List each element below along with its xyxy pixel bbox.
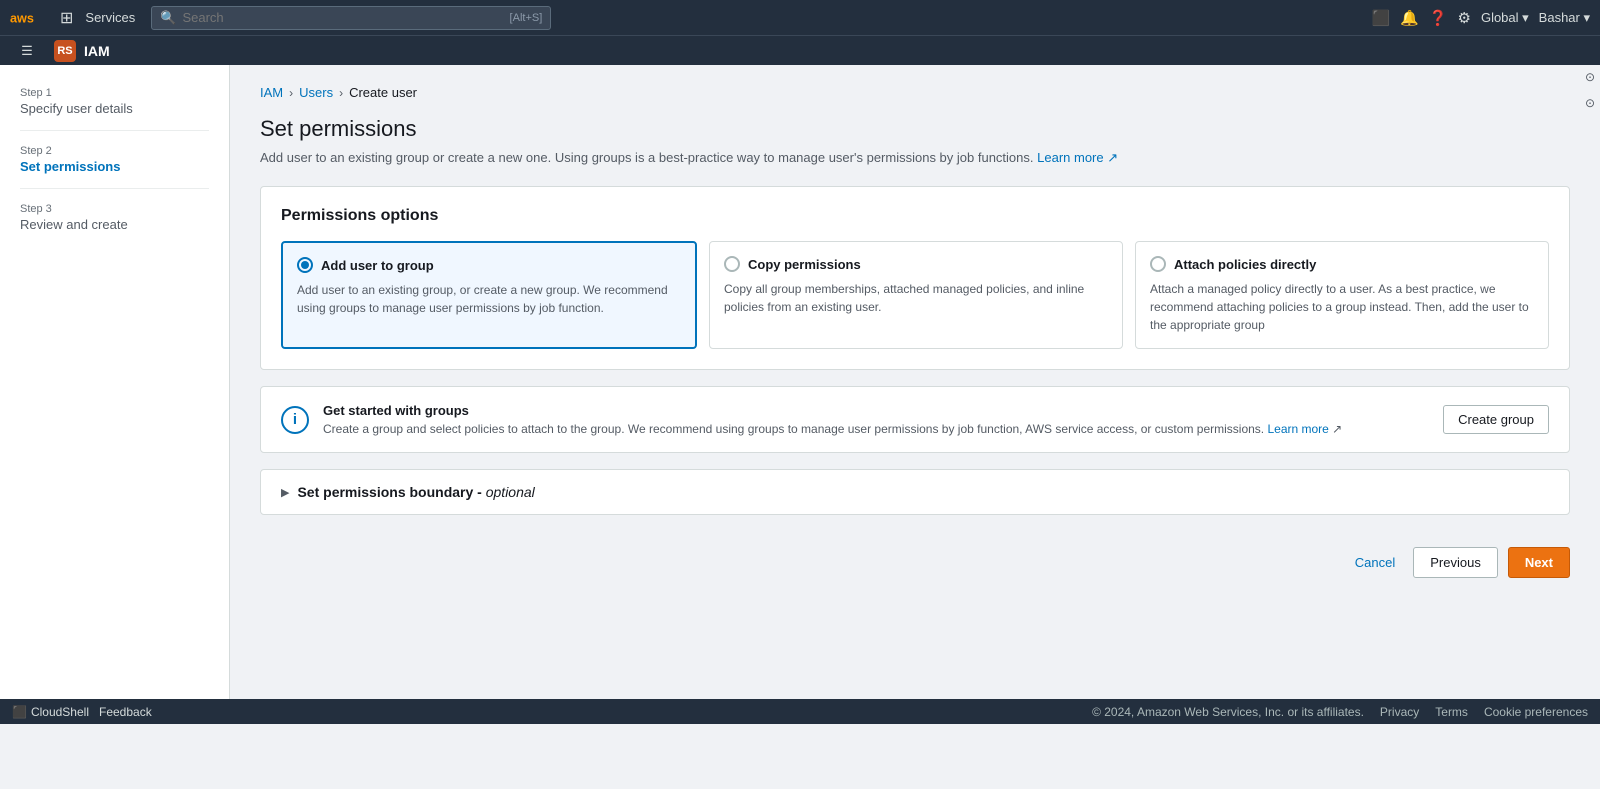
breadcrumb-sep-1: ›: [289, 86, 293, 100]
cancel-button[interactable]: Cancel: [1347, 551, 1403, 574]
radio-copy-permissions: [724, 256, 740, 272]
breadcrumb-iam[interactable]: IAM: [260, 85, 283, 100]
sidebar-step2: Step 2 Set permissions: [0, 139, 229, 180]
settings-icon[interactable]: ⚙: [1458, 9, 1471, 27]
get-started-title: Get started with groups: [323, 403, 1429, 418]
region-selector[interactable]: Global ▾: [1481, 10, 1529, 26]
create-group-button[interactable]: Create group: [1443, 405, 1549, 434]
breadcrumb: IAM › Users › Create user: [260, 85, 1570, 100]
terms-link[interactable]: Terms: [1435, 705, 1468, 719]
services-link[interactable]: Services: [85, 10, 135, 25]
get-started-desc: Create a group and select policies to at…: [323, 422, 1429, 436]
permissions-options-title: Permissions options: [281, 207, 1549, 225]
option-copy-title: Copy permissions: [748, 257, 861, 272]
search-icon: 🔍: [160, 10, 176, 26]
service-icon: RS: [54, 40, 76, 62]
terminal-icon[interactable]: ⬛: [1371, 9, 1390, 27]
bell-icon[interactable]: 🔔: [1400, 9, 1419, 27]
permissions-options-box: Permissions options Add user to group Ad…: [260, 186, 1570, 370]
privacy-link[interactable]: Privacy: [1380, 705, 1419, 719]
breadcrumb-users[interactable]: Users: [299, 85, 333, 100]
sidebar-step3: Step 3 Review and create: [0, 197, 229, 238]
option-attach-title: Attach policies directly: [1174, 257, 1316, 272]
step-divider-1: [20, 130, 209, 131]
next-button[interactable]: Next: [1508, 547, 1570, 578]
help-icon[interactable]: ❓: [1429, 9, 1448, 27]
user-menu[interactable]: Bashar ▾: [1539, 10, 1590, 26]
step1-label: Step 1: [20, 87, 209, 99]
previous-button[interactable]: Previous: [1413, 547, 1498, 578]
page-title: Set permissions: [260, 116, 1570, 142]
permissions-boundary-header[interactable]: ▶ Set permissions boundary - optional: [261, 470, 1569, 514]
edge-icon-top[interactable]: ⊙: [1580, 65, 1600, 89]
radio-attach-policies: [1150, 256, 1166, 272]
step1-title[interactable]: Specify user details: [20, 101, 209, 116]
service-bar: ☰ RS IAM: [0, 35, 1600, 65]
option-add-to-group-desc: Add user to an existing group, or create…: [297, 281, 681, 317]
grid-icon[interactable]: ⊞: [56, 6, 77, 30]
sidebar-toggle[interactable]: ☰: [12, 33, 42, 69]
step3-title[interactable]: Review and create: [20, 217, 209, 232]
option-copy-permissions[interactable]: Copy permissions Copy all group membersh…: [709, 241, 1123, 349]
main-content: IAM › Users › Create user Set permission…: [230, 65, 1600, 699]
search-shortcut: [Alt+S]: [510, 12, 543, 24]
sidebar-step1: Step 1 Specify user details: [0, 81, 229, 122]
terminal-icon-small: ⬛: [12, 705, 27, 719]
search-bar[interactable]: 🔍 [Alt+S]: [151, 6, 551, 30]
feedback-button[interactable]: Feedback: [99, 705, 152, 719]
right-edge-panel: ⊙ ⊙: [1580, 65, 1600, 115]
svg-text:aws: aws: [10, 11, 34, 25]
step2-label: Step 2: [20, 145, 209, 157]
sidebar: Step 1 Specify user details Step 2 Set p…: [0, 65, 230, 699]
get-started-content: Get started with groups Create a group a…: [323, 403, 1429, 436]
permissions-boundary-box: ▶ Set permissions boundary - optional: [260, 469, 1570, 515]
top-navigation: aws ⊞ Services 🔍 [Alt+S] ⬛ 🔔 ❓ ⚙ Global …: [0, 0, 1600, 35]
search-input[interactable]: [182, 10, 503, 25]
breadcrumb-current: Create user: [349, 85, 417, 100]
bottom-bar: ⬛ CloudShell Feedback © 2024, Amazon Web…: [0, 699, 1600, 724]
learn-more-link[interactable]: Learn more ↗: [1037, 150, 1118, 165]
edge-icon-bottom[interactable]: ⊙: [1580, 91, 1600, 115]
permissions-boundary-title: Set permissions boundary - optional: [297, 484, 534, 500]
breadcrumb-sep-2: ›: [339, 86, 343, 100]
footer-right: © 2024, Amazon Web Services, Inc. or its…: [1092, 705, 1588, 719]
step-divider-2: [20, 188, 209, 189]
permission-options-list: Add user to group Add user to an existin…: [281, 241, 1549, 349]
collapse-triangle-icon: ▶: [281, 486, 289, 499]
page-description: Add user to an existing group or create …: [260, 150, 1570, 166]
option-copy-desc: Copy all group memberships, attached man…: [724, 280, 1108, 316]
option-add-to-group-title: Add user to group: [321, 258, 434, 273]
get-started-learn-more[interactable]: Learn more: [1267, 422, 1328, 436]
radio-inner: [301, 261, 309, 269]
step2-title[interactable]: Set permissions: [20, 159, 209, 174]
option-attach-policies[interactable]: Attach policies directly Attach a manage…: [1135, 241, 1549, 349]
info-icon: i: [281, 406, 309, 434]
service-name: IAM: [84, 43, 110, 59]
copyright: © 2024, Amazon Web Services, Inc. or its…: [1092, 705, 1364, 719]
aws-logo[interactable]: aws: [10, 6, 48, 30]
radio-add-to-group: [297, 257, 313, 273]
step3-label: Step 3: [20, 203, 209, 215]
cookies-link[interactable]: Cookie preferences: [1484, 705, 1588, 719]
option-add-to-group[interactable]: Add user to group Add user to an existin…: [281, 241, 697, 349]
get-started-box: i Get started with groups Create a group…: [260, 386, 1570, 453]
nav-right-area: ⬛ 🔔 ❓ ⚙ Global ▾ Bashar ▾: [1371, 9, 1590, 27]
option-attach-desc: Attach a managed policy directly to a us…: [1150, 280, 1534, 334]
cloudshell-button[interactable]: ⬛ CloudShell: [12, 705, 89, 719]
action-bar: Cancel Previous Next: [260, 535, 1570, 590]
